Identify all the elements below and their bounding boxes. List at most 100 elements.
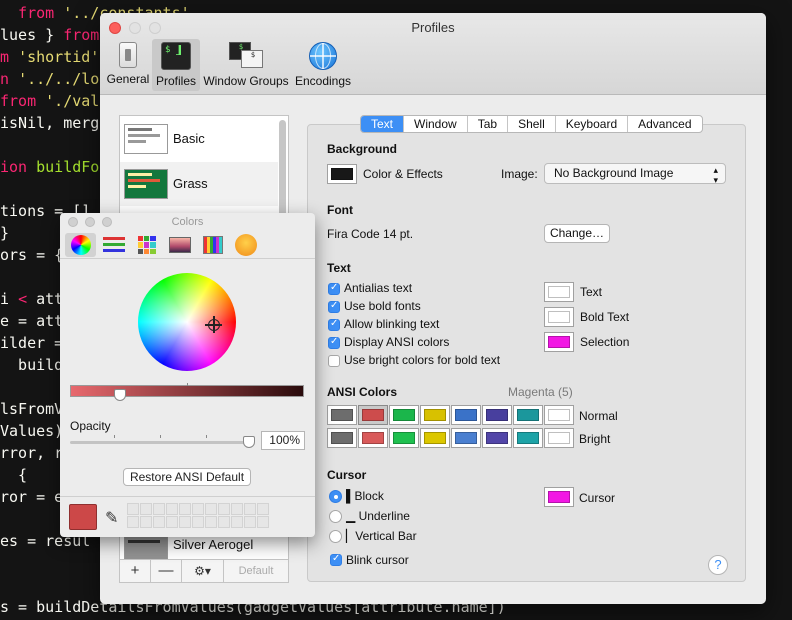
tab-window[interactable]: Window [404, 116, 468, 132]
background-color-well[interactable] [327, 164, 357, 184]
opacity-value-field[interactable]: 100% [261, 431, 305, 450]
tab-color-picker-plugin[interactable] [230, 233, 261, 257]
saved-color-cell[interactable] [127, 503, 139, 515]
tab-shell[interactable]: Shell [508, 116, 556, 132]
saved-color-cell[interactable] [244, 516, 256, 528]
code-token: isNil, merg [0, 114, 100, 132]
text-option-checkbox[interactable] [328, 336, 340, 349]
saved-color-cell[interactable] [231, 516, 243, 528]
cursor-shape-radio[interactable] [329, 510, 342, 523]
toolbar-profiles[interactable]: $ ▌ Profiles [152, 39, 200, 91]
tab-advanced[interactable]: Advanced [628, 116, 701, 132]
cursor-color-well[interactable] [544, 487, 574, 507]
saved-color-cell[interactable] [257, 503, 269, 515]
restore-ansi-default-button[interactable]: Restore ANSI Default [123, 468, 251, 486]
saved-color-cell[interactable] [140, 503, 152, 515]
text-color-fill [548, 311, 570, 323]
tab-tab[interactable]: Tab [468, 116, 509, 132]
saved-color-cell[interactable] [205, 503, 217, 515]
saved-color-cell[interactable] [192, 503, 204, 515]
toolbar-general[interactable]: General [106, 39, 150, 91]
ansi-normal-color-6[interactable] [513, 405, 543, 425]
toolbar-window-groups[interactable]: $ $ Window Groups [203, 39, 289, 91]
eyedropper-icon[interactable]: ✎ [105, 508, 118, 528]
saved-color-cell[interactable] [153, 503, 165, 515]
brightness-slider[interactable] [70, 385, 304, 397]
ansi-normal-color-3[interactable] [420, 405, 450, 425]
ansi-normal-color-7[interactable] [544, 405, 574, 425]
general-icon [119, 42, 137, 68]
cursor-shape-radio[interactable] [329, 490, 342, 503]
tab-color-wheel[interactable] [65, 233, 96, 257]
opacity-slider-track[interactable] [70, 441, 250, 444]
saved-color-cell[interactable] [257, 516, 269, 528]
saved-color-cell[interactable] [231, 503, 243, 515]
ansi-color-fill [517, 432, 539, 444]
ansi-normal-color-4[interactable] [451, 405, 481, 425]
cursor-color-fill [548, 491, 570, 503]
ansi-bright-color-7[interactable] [544, 428, 574, 448]
ansi-bright-color-5[interactable] [482, 428, 512, 448]
toolbar-encodings[interactable]: Encodings [291, 39, 355, 91]
saved-color-cell[interactable] [179, 516, 191, 528]
ansi-bright-color-2[interactable] [389, 428, 419, 448]
color-wheel-icon [70, 235, 91, 255]
text-color-well[interactable] [544, 282, 574, 302]
color-picker-plugin-icon [234, 234, 257, 256]
tab-keyboard[interactable]: Keyboard [556, 116, 629, 132]
brightness-slider-thumb[interactable] [114, 389, 127, 401]
text-option-checkbox[interactable] [328, 300, 340, 313]
color-wheel-crosshair[interactable] [205, 316, 222, 333]
saved-color-cell[interactable] [205, 516, 217, 528]
ansi-bright-color-1[interactable] [358, 428, 388, 448]
window-groups-icon: $ $ [229, 42, 263, 70]
tab-image-palettes[interactable] [164, 233, 195, 257]
help-button[interactable]: ? [708, 555, 728, 575]
tab-color-palettes[interactable] [131, 233, 162, 257]
saved-color-cell[interactable] [218, 516, 230, 528]
background-image-popup[interactable]: No Background Image ▴ ▾ [544, 163, 726, 185]
add-profile-button[interactable]: + [120, 560, 151, 582]
saved-color-cell[interactable] [244, 503, 256, 515]
tab-color-sliders[interactable] [98, 233, 129, 257]
saved-color-cell[interactable] [153, 516, 165, 528]
text-option-checkbox[interactable] [328, 355, 340, 367]
text-color-well[interactable] [544, 307, 574, 327]
saved-color-cell[interactable] [218, 503, 230, 515]
ansi-bright-color-4[interactable] [451, 428, 481, 448]
blink-cursor-checkbox[interactable] [330, 553, 342, 566]
ansi-bright-color-0[interactable] [327, 428, 357, 448]
text-option-checkbox[interactable] [328, 282, 340, 295]
saved-color-cell[interactable] [166, 516, 178, 528]
current-color-swatch[interactable] [69, 504, 97, 530]
profiles-icon: $ ▌ [161, 42, 191, 70]
tab-pencils[interactable] [197, 233, 228, 257]
saved-color-cell[interactable] [179, 503, 191, 515]
ansi-normal-color-2[interactable] [389, 405, 419, 425]
profile-actions-gear-button[interactable]: ⚙︎▾ [182, 560, 224, 582]
code-token: att [27, 290, 64, 308]
blink-cursor-label: Blink cursor [346, 553, 409, 567]
opacity-slider-thumb[interactable] [243, 436, 255, 448]
ansi-color-fill [331, 409, 353, 421]
default-profile-button[interactable]: Default [224, 560, 288, 582]
ansi-normal-color-5[interactable] [482, 405, 512, 425]
ansi-bright-color-6[interactable] [513, 428, 543, 448]
saved-color-cell[interactable] [166, 503, 178, 515]
change-font-button[interactable]: Change… [544, 224, 610, 243]
tab-text[interactable]: Text [361, 116, 405, 132]
profile-item-basic[interactable]: Basic [120, 117, 278, 161]
ansi-bright-color-3[interactable] [420, 428, 450, 448]
saved-color-cell[interactable] [140, 516, 152, 528]
color-wheel[interactable] [138, 273, 236, 371]
code-token: from [63, 26, 100, 44]
profile-item-grass[interactable]: Grass [120, 162, 278, 206]
ansi-normal-color-0[interactable] [327, 405, 357, 425]
cursor-shape-radio[interactable] [329, 530, 342, 543]
ansi-normal-color-1[interactable] [358, 405, 388, 425]
saved-color-cell[interactable] [192, 516, 204, 528]
text-option-checkbox[interactable] [328, 318, 340, 331]
text-color-well[interactable] [544, 332, 574, 352]
saved-color-cell[interactable] [127, 516, 139, 528]
remove-profile-button[interactable]: — [151, 560, 182, 582]
